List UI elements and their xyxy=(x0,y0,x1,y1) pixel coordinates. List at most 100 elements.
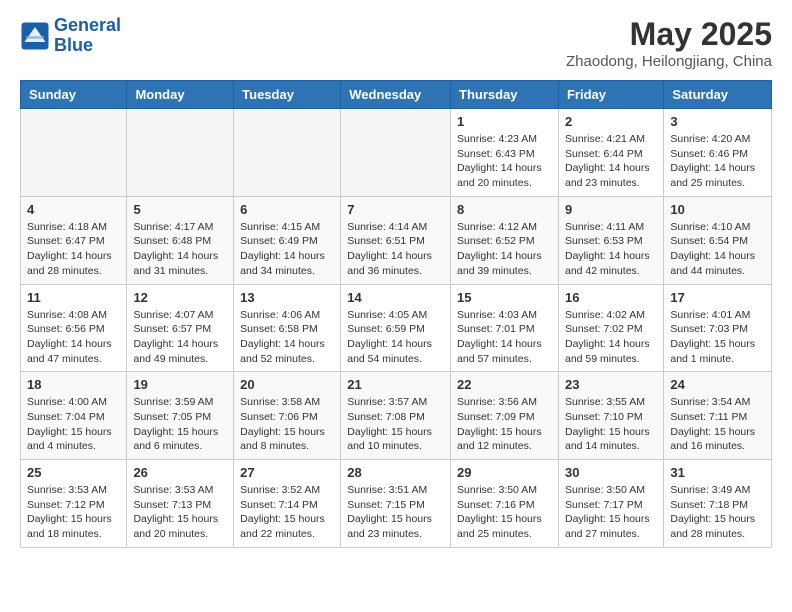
day-number: 6 xyxy=(240,202,334,217)
calendar-cell: 7 Sunrise: 4:14 AMSunset: 6:51 PMDaylight… xyxy=(341,196,451,284)
day-number: 22 xyxy=(457,377,552,392)
day-info: Sunrise: 3:55 AMSunset: 7:10 PMDaylight:… xyxy=(565,395,657,454)
calendar-cell: 29 Sunrise: 3:50 AMSunset: 7:16 PMDayligh… xyxy=(451,460,559,548)
logo-line1: General xyxy=(54,16,121,36)
calendar-cell: 24Sunrise: 3:54 AMSunset: 7:11 PMDayligh… xyxy=(664,372,772,460)
calendar-cell xyxy=(21,109,127,197)
month-title: May 2025 xyxy=(566,16,772,53)
day-number: 19 xyxy=(133,377,227,392)
day-info: Sunrise: 3:50 AMSunset: 7:17 PMDaylight:… xyxy=(565,483,657,542)
day-number: 14 xyxy=(347,290,444,305)
calendar-cell: 20 Sunrise: 3:58 AMSunset: 7:06 PMDayligh… xyxy=(234,372,341,460)
day-number: 18 xyxy=(27,377,120,392)
day-info: Sunrise: 4:14 AMSunset: 6:51 PMDaylight:… xyxy=(347,220,444,279)
logo: General Blue xyxy=(20,16,121,56)
calendar-cell: 2 Sunrise: 4:21 AMSunset: 6:44 PMDaylight… xyxy=(558,109,663,197)
day-number: 28 xyxy=(347,465,444,480)
day-info: Sunrise: 3:58 AMSunset: 7:06 PMDaylight:… xyxy=(240,395,334,454)
day-number: 29 xyxy=(457,465,552,480)
calendar-cell: 4 Sunrise: 4:18 AMSunset: 6:47 PMDaylight… xyxy=(21,196,127,284)
day-info: Sunrise: 3:54 AMSunset: 7:11 PMDaylight:… xyxy=(670,395,765,454)
calendar-cell: 18Sunrise: 4:00 AMSunset: 7:04 PMDayligh… xyxy=(21,372,127,460)
logo-line2: Blue xyxy=(54,36,121,56)
calendar-week-row: 25 Sunrise: 3:53 AMSunset: 7:12 PMDayligh… xyxy=(21,460,772,548)
calendar-cell: 27 Sunrise: 3:52 AMSunset: 7:14 PMDayligh… xyxy=(234,460,341,548)
day-of-week-header: Tuesday xyxy=(234,81,341,109)
day-number: 27 xyxy=(240,465,334,480)
logo-text: General Blue xyxy=(54,16,121,56)
calendar-week-row: 4 Sunrise: 4:18 AMSunset: 6:47 PMDaylight… xyxy=(21,196,772,284)
calendar-body: 1Sunrise: 4:23 AMSunset: 6:43 PMDaylight… xyxy=(21,109,772,548)
calendar-cell: 15Sunrise: 4:03 AMSunset: 7:01 PMDayligh… xyxy=(451,284,559,372)
day-number: 2 xyxy=(565,114,657,129)
day-info: Sunrise: 4:20 AMSunset: 6:46 PMDaylight:… xyxy=(670,132,765,191)
calendar-cell: 10 Sunrise: 4:10 AMSunset: 6:54 PMDayligh… xyxy=(664,196,772,284)
day-info: Sunrise: 4:21 AMSunset: 6:44 PMDaylight:… xyxy=(565,132,657,191)
calendar-cell xyxy=(234,109,341,197)
calendar-cell: 12 Sunrise: 4:07 AMSunset: 6:57 PMDayligh… xyxy=(127,284,234,372)
calendar-cell: 31Sunrise: 3:49 AMSunset: 7:18 PMDayligh… xyxy=(664,460,772,548)
calendar-cell: 6Sunrise: 4:15 AMSunset: 6:49 PMDaylight… xyxy=(234,196,341,284)
day-number: 26 xyxy=(133,465,227,480)
calendar-cell: 19Sunrise: 3:59 AMSunset: 7:05 PMDayligh… xyxy=(127,372,234,460)
calendar-cell: 28Sunrise: 3:51 AMSunset: 7:15 PMDayligh… xyxy=(341,460,451,548)
day-info: Sunrise: 3:57 AMSunset: 7:08 PMDaylight:… xyxy=(347,395,444,454)
day-info: Sunrise: 4:18 AMSunset: 6:47 PMDaylight:… xyxy=(27,220,120,279)
day-number: 3 xyxy=(670,114,765,129)
day-of-week-header: Thursday xyxy=(451,81,559,109)
day-info: Sunrise: 4:12 AMSunset: 6:52 PMDaylight:… xyxy=(457,220,552,279)
day-number: 4 xyxy=(27,202,120,217)
calendar-week-row: 18Sunrise: 4:00 AMSunset: 7:04 PMDayligh… xyxy=(21,372,772,460)
day-number: 8 xyxy=(457,202,552,217)
day-info: Sunrise: 4:23 AMSunset: 6:43 PMDaylight:… xyxy=(457,132,552,191)
calendar-cell: 5 Sunrise: 4:17 AMSunset: 6:48 PMDaylight… xyxy=(127,196,234,284)
day-of-week-header: Friday xyxy=(558,81,663,109)
location: Zhaodong, Heilongjiang, China xyxy=(566,53,772,70)
day-of-week-header: Monday xyxy=(127,81,234,109)
day-info: Sunrise: 3:52 AMSunset: 7:14 PMDaylight:… xyxy=(240,483,334,542)
day-number: 13 xyxy=(240,290,334,305)
day-number: 23 xyxy=(565,377,657,392)
day-number: 12 xyxy=(133,290,227,305)
title-area: May 2025 Zhaodong, Heilongjiang, China xyxy=(566,16,772,70)
calendar-cell: 8 Sunrise: 4:12 AMSunset: 6:52 PMDaylight… xyxy=(451,196,559,284)
day-info: Sunrise: 3:50 AMSunset: 7:16 PMDaylight:… xyxy=(457,483,552,542)
day-of-week-header: Sunday xyxy=(21,81,127,109)
day-of-week-header: Saturday xyxy=(664,81,772,109)
calendar-week-row: 11 Sunrise: 4:08 AMSunset: 6:56 PMDayligh… xyxy=(21,284,772,372)
day-number: 20 xyxy=(240,377,334,392)
calendar-cell: 14 Sunrise: 4:05 AMSunset: 6:59 PMDayligh… xyxy=(341,284,451,372)
day-info: Sunrise: 4:06 AMSunset: 6:58 PMDaylight:… xyxy=(240,308,334,367)
calendar-cell: 22 Sunrise: 3:56 AMSunset: 7:09 PMDayligh… xyxy=(451,372,559,460)
calendar-cell: 26 Sunrise: 3:53 AMSunset: 7:13 PMDayligh… xyxy=(127,460,234,548)
calendar: SundayMondayTuesdayWednesdayThursdayFrid… xyxy=(20,80,772,548)
day-info: Sunrise: 3:53 AMSunset: 7:12 PMDaylight:… xyxy=(27,483,120,542)
calendar-cell: 23 Sunrise: 3:55 AMSunset: 7:10 PMDayligh… xyxy=(558,372,663,460)
day-of-week-header: Wednesday xyxy=(341,81,451,109)
day-number: 5 xyxy=(133,202,227,217)
day-info: Sunrise: 3:56 AMSunset: 7:09 PMDaylight:… xyxy=(457,395,552,454)
calendar-cell: 21 Sunrise: 3:57 AMSunset: 7:08 PMDayligh… xyxy=(341,372,451,460)
calendar-cell: 17Sunrise: 4:01 AMSunset: 7:03 PMDayligh… xyxy=(664,284,772,372)
logo-icon xyxy=(20,21,50,51)
day-info: Sunrise: 4:10 AMSunset: 6:54 PMDaylight:… xyxy=(670,220,765,279)
day-number: 21 xyxy=(347,377,444,392)
day-number: 11 xyxy=(27,290,120,305)
day-number: 10 xyxy=(670,202,765,217)
day-info: Sunrise: 4:17 AMSunset: 6:48 PMDaylight:… xyxy=(133,220,227,279)
calendar-cell: 11 Sunrise: 4:08 AMSunset: 6:56 PMDayligh… xyxy=(21,284,127,372)
day-info: Sunrise: 3:53 AMSunset: 7:13 PMDaylight:… xyxy=(133,483,227,542)
day-info: Sunrise: 4:01 AMSunset: 7:03 PMDaylight:… xyxy=(670,308,765,367)
day-number: 25 xyxy=(27,465,120,480)
day-number: 31 xyxy=(670,465,765,480)
calendar-cell: 16Sunrise: 4:02 AMSunset: 7:02 PMDayligh… xyxy=(558,284,663,372)
day-number: 15 xyxy=(457,290,552,305)
day-number: 7 xyxy=(347,202,444,217)
day-info: Sunrise: 4:05 AMSunset: 6:59 PMDaylight:… xyxy=(347,308,444,367)
day-info: Sunrise: 4:07 AMSunset: 6:57 PMDaylight:… xyxy=(133,308,227,367)
day-number: 16 xyxy=(565,290,657,305)
calendar-cell: 9Sunrise: 4:11 AMSunset: 6:53 PMDaylight… xyxy=(558,196,663,284)
day-info: Sunrise: 4:08 AMSunset: 6:56 PMDaylight:… xyxy=(27,308,120,367)
calendar-header: SundayMondayTuesdayWednesdayThursdayFrid… xyxy=(21,81,772,109)
calendar-cell xyxy=(341,109,451,197)
